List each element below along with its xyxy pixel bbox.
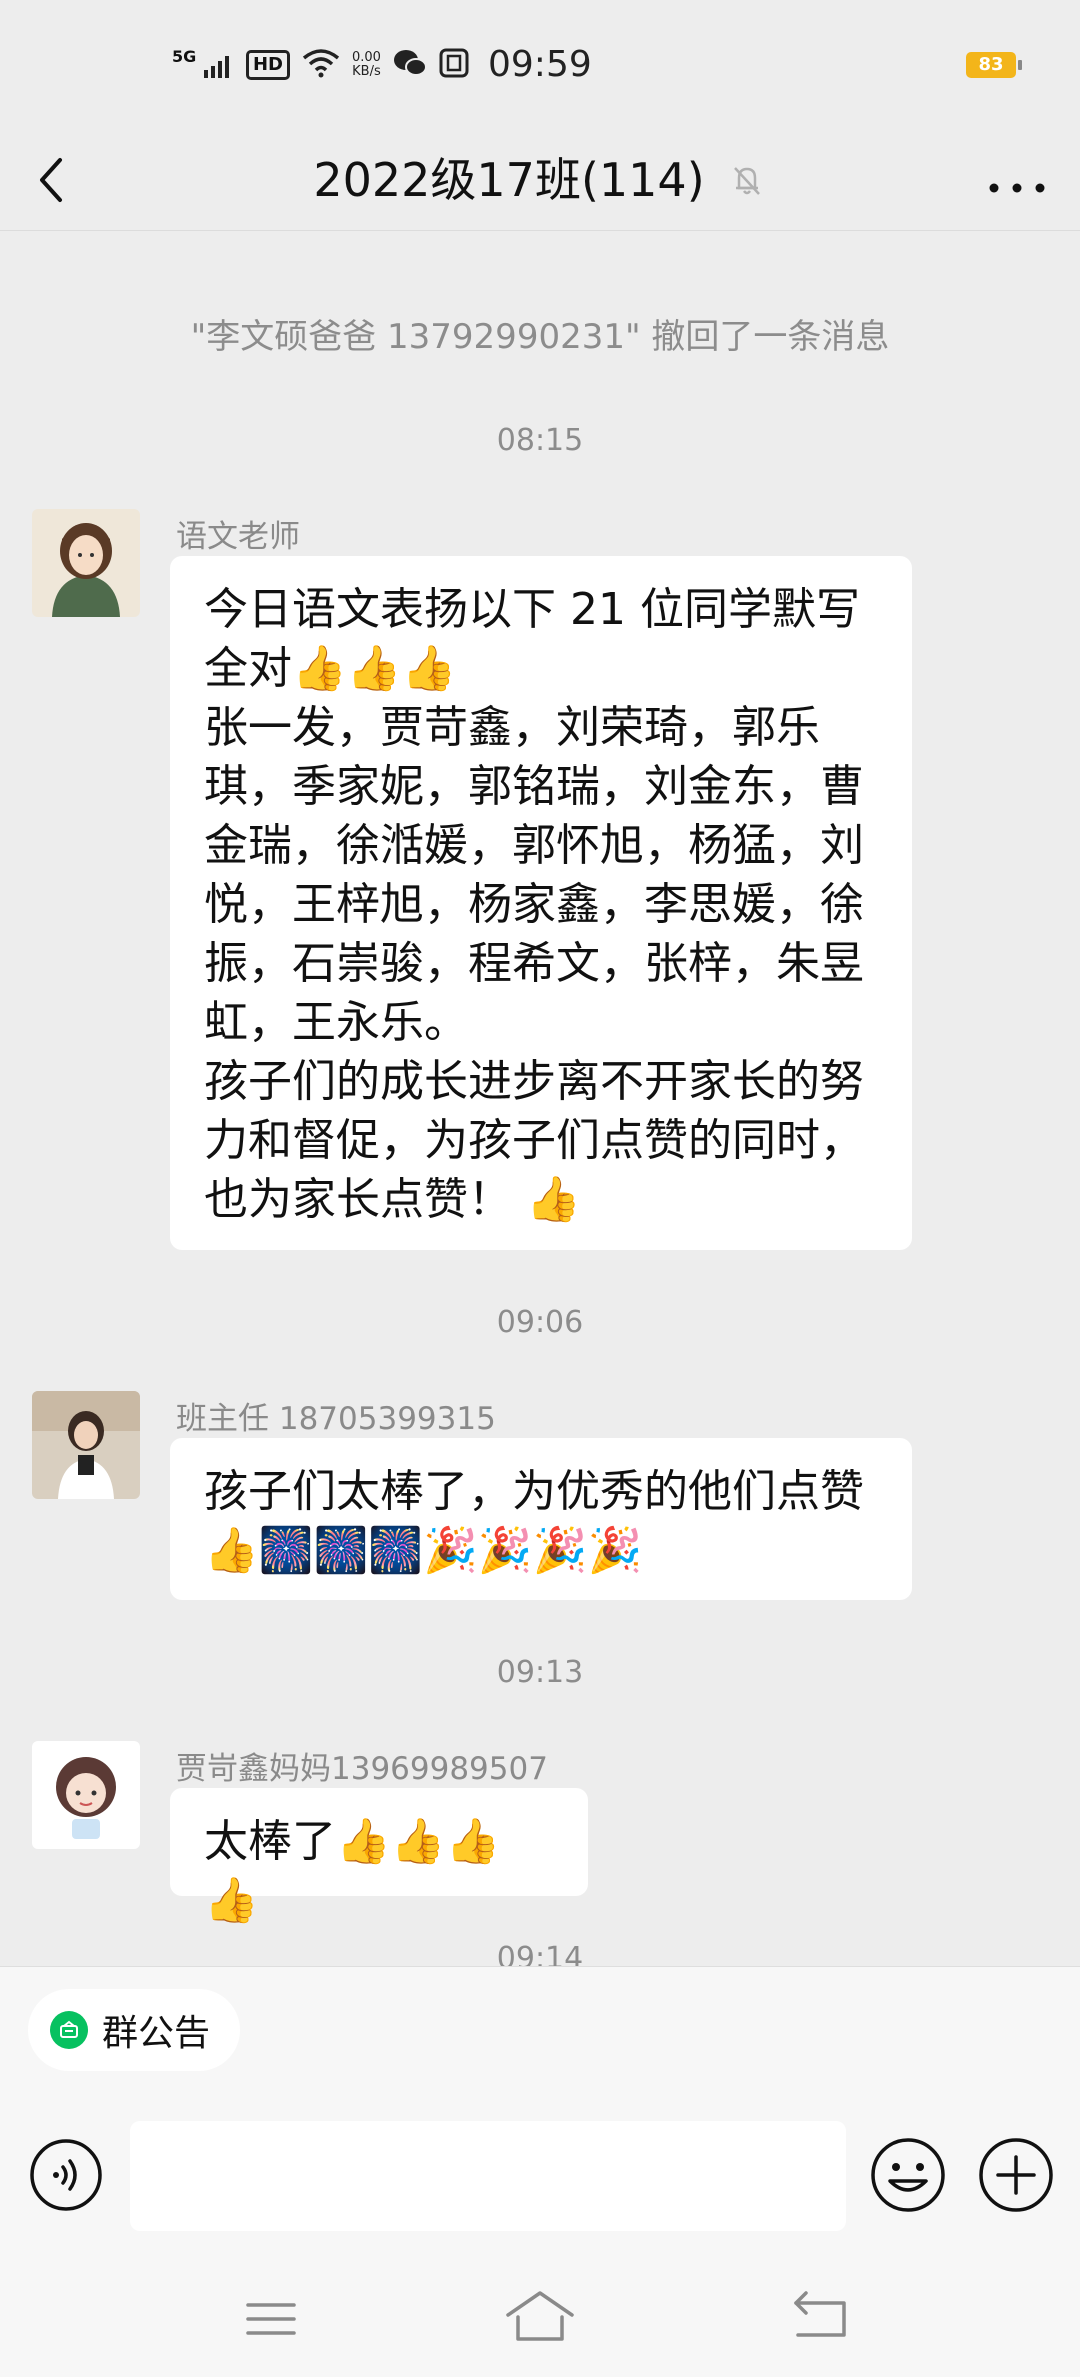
- message-time: 09:06: [496, 1305, 584, 1340]
- voice-icon: [30, 2139, 102, 2211]
- more-dots-icon: [989, 183, 1045, 193]
- signal-icon: 5G: [172, 47, 234, 78]
- message-line: 虹，王永乐。: [204, 997, 468, 1048]
- nav-home-button[interactable]: [502, 2285, 578, 2349]
- sender-name: 班主任 18705399315: [176, 1401, 496, 1437]
- group-notice-button[interactable]: 群公告: [28, 1989, 241, 2071]
- avatar[interactable]: [32, 1391, 140, 1499]
- message-bubble[interactable]: 今日语文表扬以下 21 位同学默写 全对👍👍👍 张一发，贾苛鑫，刘荣琦，郭乐 琪…: [170, 556, 912, 1250]
- sender-name: 贾岢鑫妈妈13969989507: [176, 1751, 548, 1787]
- recall-notice: "李文硕爸爸 13792990231" 撤回了一条消息: [190, 317, 890, 357]
- emoji-button[interactable]: [868, 2135, 948, 2215]
- message-line: 👍🎆🎆🎆🎉🎉🎉🎉: [204, 1525, 643, 1576]
- message-line: 振，石崇骏，程希文，张梓，朱昱: [204, 938, 864, 989]
- chat-message-list[interactable]: "李文硕爸爸 13792990231" 撤回了一条消息 08:15 语文老师 今…: [0, 231, 1080, 1966]
- hd-icon: HD: [245, 50, 290, 80]
- return-icon: [794, 2291, 846, 2337]
- smiley-icon: [871, 2138, 945, 2212]
- voice-input-button[interactable]: [28, 2137, 104, 2213]
- nav-menu-button[interactable]: [236, 2289, 306, 2349]
- photo-avatar-icon: [32, 1391, 140, 1499]
- message-line: 孩子们的成长进步离不开家长的努: [204, 1056, 864, 1107]
- message-input[interactable]: [130, 2121, 846, 2231]
- message-line: 太棒了👍👍👍👍: [204, 1816, 501, 1926]
- sender-name: 语文老师: [176, 519, 300, 555]
- notice-icon: [50, 2011, 88, 2049]
- message-line: 全对👍👍👍: [204, 643, 457, 694]
- message-line: 今日语文表扬以下 21 位同学默写: [204, 584, 860, 635]
- nav-back-button[interactable]: [786, 2285, 856, 2349]
- message-line: 力和督促，为孩子们点赞的同时，: [204, 1115, 864, 1166]
- battery-icon: 83: [966, 52, 1022, 78]
- group-notice-label: 群公告: [102, 2013, 211, 2054]
- more-options-button[interactable]: [984, 154, 1050, 210]
- app-notification-icon: [439, 48, 469, 82]
- plus-icon: [979, 2138, 1053, 2212]
- wechat-notification-icon: [393, 48, 427, 82]
- cartoon-avatar-icon: [32, 1741, 140, 1849]
- message-time: 08:15: [496, 423, 584, 458]
- girl-avatar-icon: [32, 509, 140, 617]
- group-title: 2022级17班(114): [313, 153, 705, 207]
- avatar[interactable]: [32, 1741, 140, 1849]
- message-line: 也为家长点赞！ 👍: [204, 1174, 581, 1225]
- message-bubble[interactable]: 孩子们太棒了，为优秀的他们点赞 👍🎆🎆🎆🎉🎉🎉🎉: [170, 1438, 912, 1600]
- status-bar: 5G HD 0.00 KB/s 09:59 83: [0, 0, 1080, 130]
- message-line: 琪，季家妮，郭铭瑞，刘金东，曹: [204, 761, 864, 812]
- system-navigation-bar: [0, 2267, 1080, 2377]
- avatar[interactable]: [32, 509, 140, 617]
- wifi-icon: [302, 48, 340, 82]
- chat-input-area: 群公告: [0, 1966, 1080, 2377]
- message-line: 金瑞，徐湉媛，郭怀旭，杨猛，刘: [204, 820, 864, 871]
- menu-icon: [246, 2303, 296, 2335]
- message-bubble[interactable]: 太棒了👍👍👍👍: [170, 1788, 588, 1926]
- network-speed: 0.00 KB/s: [351, 50, 381, 79]
- network-type: 5G: [172, 46, 197, 66]
- mute-bell-icon: [733, 167, 760, 195]
- home-icon: [506, 2291, 574, 2341]
- message-line: 张一发，贾苛鑫，刘荣琦，郭乐: [204, 702, 820, 753]
- message-line: 孩子们太棒了，为优秀的他们点赞: [204, 1466, 864, 1517]
- message-line: 悦，王梓旭，杨家鑫，李思媛，徐: [204, 879, 864, 930]
- message-time: 09:13: [496, 1655, 584, 1690]
- chat-title-wrap: 2022级17班(114): [0, 152, 1080, 208]
- chat-header: 2022级17班(114): [0, 130, 1080, 231]
- status-time: 09:59: [488, 44, 592, 85]
- more-functions-button[interactable]: [976, 2135, 1056, 2215]
- status-icons: 5G HD 0.00 KB/s: [172, 40, 469, 90]
- message-time-partial: 09:14: [496, 1941, 584, 1966]
